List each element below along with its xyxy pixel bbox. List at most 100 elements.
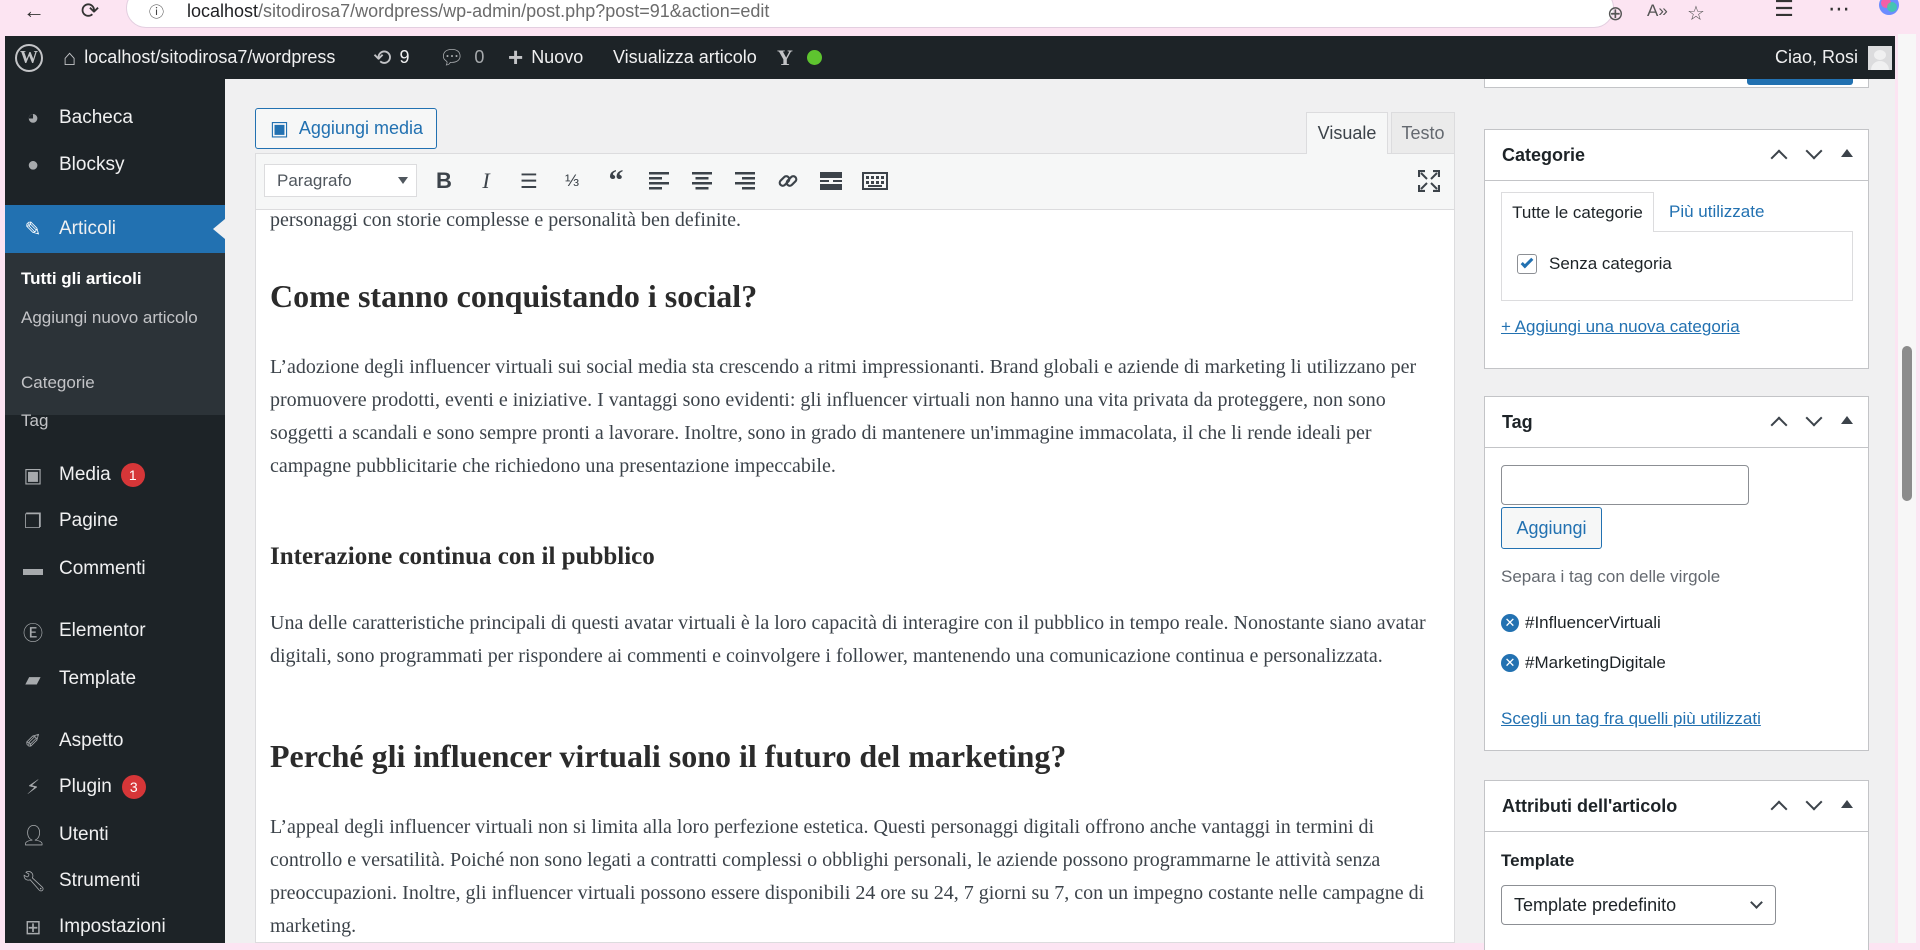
- keyboard-toolbar-toggle-icon[interactable]: [859, 166, 891, 196]
- tab-most-used[interactable]: Più utilizzate: [1669, 192, 1764, 232]
- template-select[interactable]: Template predefinito: [1501, 885, 1776, 925]
- sidebar-item-label: Pagine: [59, 510, 119, 531]
- submenu-all-posts[interactable]: Tutti gli articoli: [21, 266, 211, 291]
- scrollbar-thumb[interactable]: [1902, 346, 1912, 501]
- post-attributes-header: Attributi dell'articolo: [1485, 781, 1868, 832]
- user-icon: 👤︎: [21, 824, 47, 847]
- format-value: Paragrafo: [277, 170, 352, 190]
- remove-tag-icon[interactable]: ✕: [1501, 614, 1519, 632]
- toggle-panel-icon[interactable]: [1841, 149, 1853, 157]
- new-content-link[interactable]: + Nuovo: [508, 36, 583, 79]
- add-category-link[interactable]: + Aggiungi una nuova categoria: [1501, 317, 1740, 337]
- sidebar-item-template[interactable]: ▰ Template: [5, 659, 225, 699]
- blockquote-icon[interactable]: “: [600, 164, 632, 197]
- align-left-icon[interactable]: [643, 166, 675, 196]
- sidebar-item-plugin[interactable]: ⚡ Plugin 3: [5, 767, 225, 807]
- tab-all-categories[interactable]: Tutte le categorie: [1501, 192, 1654, 232]
- zoom-icon[interactable]: ⊕: [1607, 1, 1624, 26]
- link-icon[interactable]: [772, 166, 804, 196]
- sidebar-item-blocksy[interactable]: ● Blocksy: [5, 145, 225, 185]
- reload-icon[interactable]: ⟳: [76, 0, 104, 23]
- wp-admin-bar: W ⌂ localhost/sitodirosa7/wordpress ⟲ 9 …: [5, 36, 1895, 79]
- move-down-icon[interactable]: [1805, 409, 1823, 427]
- editor-content-area[interactable]: personaggi con storie complesse e person…: [255, 210, 1455, 943]
- template-value: Template predefinito: [1514, 894, 1677, 915]
- move-down-icon[interactable]: [1805, 793, 1823, 811]
- align-right-icon[interactable]: [729, 166, 761, 196]
- bullet-list-icon[interactable]: ☰: [513, 166, 545, 196]
- avatar: [1868, 45, 1893, 70]
- yoast-seo-icon[interactable]: Y: [777, 36, 822, 79]
- sidebar-item-commenti[interactable]: ▬ Commenti: [5, 549, 225, 589]
- page-scrollbar[interactable]: [1898, 34, 1916, 943]
- new-tag-input[interactable]: [1501, 465, 1749, 505]
- pages-icon: ❐: [24, 510, 42, 533]
- site-name-link[interactable]: ⌂ localhost/sitodirosa7/wordpress: [63, 36, 335, 79]
- category-list: Senza categoria: [1501, 231, 1853, 301]
- add-tag-label: Aggiungi: [1516, 517, 1587, 538]
- view-post-link[interactable]: Visualizza articolo: [613, 36, 757, 79]
- favorite-star-icon[interactable]: ☆: [1687, 1, 1705, 26]
- comments-link[interactable]: 💬︎ 0: [439, 36, 484, 79]
- submenu-add-new[interactable]: Aggiungi nuovo articolo: [21, 305, 211, 330]
- sidebar-item-label: Media: [59, 464, 111, 485]
- sidebar-item-label: Aspetto: [59, 730, 124, 751]
- sidebar-item-aspetto[interactable]: ✐ Aspetto: [5, 721, 225, 761]
- read-aloud-icon[interactable]: A»: [1647, 1, 1668, 21]
- move-up-icon[interactable]: [1770, 416, 1788, 434]
- url-text: localhost/sitodirosa7/wordpress/wp-admin…: [187, 1, 769, 22]
- wordpress-logo-icon[interactable]: W: [15, 36, 43, 79]
- updates-link[interactable]: ⟲ 9: [373, 36, 409, 79]
- template-label: Template: [1501, 851, 1575, 870]
- tab-text[interactable]: Testo: [1391, 112, 1455, 154]
- sidebar-item-articoli[interactable]: ✎ Articoli: [5, 205, 225, 253]
- submenu-categories[interactable]: Categorie: [21, 370, 211, 395]
- checkbox-checked[interactable]: [1517, 254, 1537, 274]
- user-account-menu[interactable]: Ciao, Rosi: [1775, 36, 1893, 79]
- chevron-down-icon: [1750, 896, 1763, 909]
- remove-tag-icon[interactable]: ✕: [1501, 654, 1519, 672]
- bold-icon[interactable]: B: [428, 166, 460, 196]
- toggle-panel-icon[interactable]: [1841, 800, 1853, 808]
- heading-interaction: Interazione continua con il pubblico: [270, 543, 655, 570]
- more-menu-icon[interactable]: ⋯: [1825, 0, 1853, 21]
- favorites-icon[interactable]: ☰: [1770, 0, 1798, 21]
- sidebar-item-elementor[interactable]: Ⓔ Elementor: [5, 611, 225, 651]
- home-icon: ⌂: [63, 44, 77, 70]
- categories-title: Categorie: [1502, 144, 1586, 165]
- italic-icon[interactable]: I: [470, 166, 502, 196]
- sidebar-item-impostazioni[interactable]: ⊞ Impostazioni: [5, 907, 225, 947]
- category-item[interactable]: Senza categoria: [1517, 254, 1672, 274]
- copilot-icon[interactable]: [1875, 0, 1903, 16]
- add-tag-button[interactable]: Aggiungi: [1501, 507, 1602, 549]
- sidebar-item-label: Blocksy: [59, 154, 125, 175]
- sidebar-item-pagine[interactable]: ❐ Pagine: [5, 501, 225, 541]
- sidebar-item-bacheca[interactable]: ◕ Bacheca: [5, 98, 225, 138]
- numbered-list-icon[interactable]: ⅓: [556, 166, 588, 196]
- sidebar-item-label: Commenti: [59, 558, 146, 579]
- back-icon[interactable]: ←: [20, 0, 48, 23]
- sidebar-item-media[interactable]: ▣ Media 1: [5, 455, 225, 495]
- comment-bubble-icon: 💬︎: [439, 47, 465, 69]
- submenu-tags[interactable]: Tag: [21, 408, 211, 433]
- move-up-icon[interactable]: [1770, 800, 1788, 818]
- sidebar-item-strumenti[interactable]: 🔧︎ Strumenti: [5, 861, 225, 901]
- elementor-icon: Ⓔ: [23, 622, 43, 645]
- sidebar-item-utenti[interactable]: 👤︎ Utenti: [5, 815, 225, 855]
- publish-button-edge[interactable]: [1747, 79, 1853, 85]
- address-bar[interactable]: ⓘ localhost/sitodirosa7/wordpress/wp-adm…: [126, 0, 1705, 28]
- align-center-icon[interactable]: [686, 166, 718, 196]
- choose-tag-link[interactable]: Scegli un tag fra quelli più utilizzati: [1501, 709, 1761, 729]
- tab-visual[interactable]: Visuale: [1306, 112, 1388, 154]
- toggle-panel-icon[interactable]: [1841, 416, 1853, 424]
- add-media-label: Aggiungi media: [298, 118, 423, 138]
- move-down-icon[interactable]: [1805, 142, 1823, 160]
- format-select[interactable]: Paragrafo: [264, 164, 417, 197]
- sidebar-item-label: Articoli: [59, 218, 117, 239]
- read-more-icon[interactable]: [815, 166, 847, 196]
- fullscreen-icon[interactable]: [1413, 166, 1445, 196]
- add-media-button[interactable]: ▣ Aggiungi media: [255, 108, 437, 149]
- site-info-icon[interactable]: ⓘ: [149, 1, 164, 22]
- media-count-badge: 1: [120, 463, 145, 487]
- move-up-icon[interactable]: [1770, 149, 1788, 167]
